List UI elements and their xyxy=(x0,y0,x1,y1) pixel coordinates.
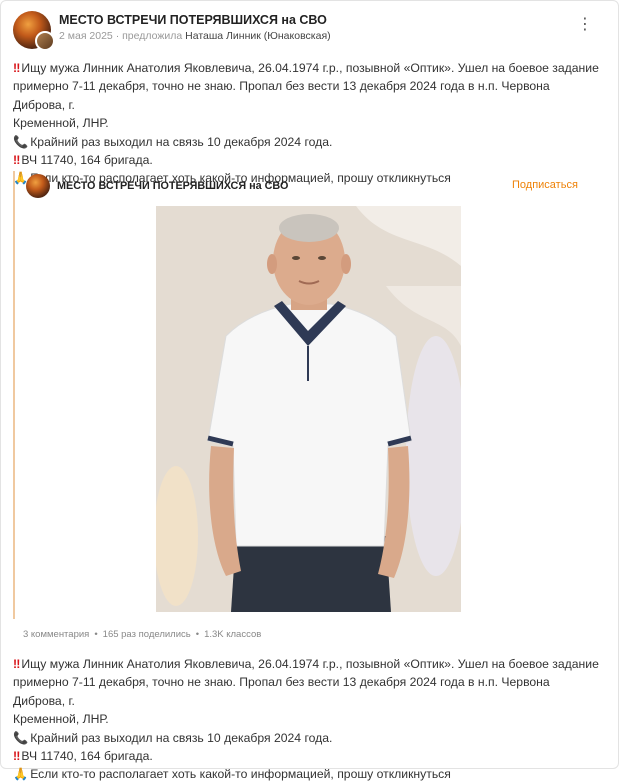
post-date: 2 мая 2025 xyxy=(59,30,113,42)
post-text-content: Кременной, ЛНР. xyxy=(13,712,109,727)
double-exclamation-icon: ‼ xyxy=(13,749,21,764)
post-text-line: 📞 Крайний раз выходил на связь 10 декабря… xyxy=(13,133,603,151)
post-photo[interactable] xyxy=(156,206,461,612)
repost-text: ‼ Ищу мужа Линник Анатолия Яковлевича, 26… xyxy=(13,655,603,784)
post-text-line: 📞 Крайний раз выходил на связь 10 декабря… xyxy=(13,729,603,747)
post-text-line: ‼ Ищу мужа Линник Анатолия Яковлевича, 26… xyxy=(13,655,603,673)
post-text-line: ‼ ВЧ 11740, 164 бригада. xyxy=(13,747,603,765)
double-exclamation-icon: ‼ xyxy=(13,61,21,75)
author-avatar-badge[interactable] xyxy=(35,31,55,51)
post-text-content: примерно 7-11 декабря, точно не знаю. Пр… xyxy=(13,79,554,112)
post-card: МЕСТО ВСТРЕЧИ ПОТЕРЯВШИХСЯ на СВО 2 мая … xyxy=(0,0,619,781)
suggested-label: предложила xyxy=(122,30,183,42)
stats-dot: • xyxy=(94,629,98,640)
post-text-content: примерно 7-11 декабря, точно не знаю. Пр… xyxy=(13,675,554,708)
double-exclamation-icon: ‼ xyxy=(13,153,21,168)
more-options-icon[interactable]: ⋮ xyxy=(577,17,593,35)
post-text-line: Кременной, ЛНР. xyxy=(13,710,603,728)
subscribe-button[interactable]: Подписаться xyxy=(512,179,578,191)
author-link[interactable]: Наташа Линник (Юнаковская) xyxy=(185,30,330,42)
double-exclamation-icon: ‼ xyxy=(13,657,21,671)
man-photo-illustration xyxy=(156,206,461,612)
post-text-content: ВЧ 11740, 164 бригада. xyxy=(21,749,153,764)
post-stats: 3 комментария • 165 раз поделились • 1.3K кл… xyxy=(23,629,261,640)
shares-count-link[interactable]: 165 раз поделились xyxy=(103,629,191,640)
post-text-content: ВЧ 11740, 164 бригада. xyxy=(21,153,153,168)
post-text-line: примерно 7-11 декабря, точно не знаю. Пр… xyxy=(13,673,603,710)
repost-group-name-link[interactable]: МЕСТО ВСТРЕЧИ ПОТЕРЯВШИХСЯ на СВО xyxy=(57,180,288,192)
post-text-line: ‼ Ищу мужа Линник Анатолия Яковлевича, 26… xyxy=(13,59,603,77)
post-text: ‼ Ищу мужа Линник Анатолия Яковлевича, 26… xyxy=(13,59,603,188)
classes-count-link[interactable]: 1.3K классов xyxy=(204,629,261,640)
stats-dot: • xyxy=(195,629,200,640)
repost-border xyxy=(13,171,15,619)
comments-count-link[interactable]: 3 комментария xyxy=(23,629,89,640)
post-text-content: Ищу мужа Линник Анатолия Яковлевича, 26.… xyxy=(21,657,599,671)
post-text-line: Кременной, ЛНР. xyxy=(13,114,603,132)
post-text-content: Кременной, ЛНР. xyxy=(13,116,109,131)
phone-icon: 📞 xyxy=(13,134,29,149)
post-text-line: ‼ ВЧ 11740, 164 бригада. xyxy=(13,151,603,169)
praying-hands-icon: 🙏 xyxy=(13,767,29,782)
post-text-content: Крайний раз выходил на связь 10 декабря … xyxy=(30,730,333,745)
post-text-content: Крайний раз выходил на связь 10 декабря … xyxy=(30,134,333,149)
post-text-content: Если кто-то располагает хоть какой-то ин… xyxy=(30,767,451,782)
post-text-content: Ищу мужа Линник Анатолия Яковлевича, 26.… xyxy=(21,61,599,75)
post-meta: 2 мая 2025 · предложила Наташа Линник (Ю… xyxy=(59,30,331,42)
post-text-line: 🙏 Если кто-то располагает хоть какой-то и… xyxy=(13,765,603,783)
post-text-line: примерно 7-11 декабря, точно не знаю. Пр… xyxy=(13,77,603,114)
repost-group-avatar[interactable] xyxy=(26,174,50,198)
group-name-link[interactable]: МЕСТО ВСТРЕЧИ ПОТЕРЯВШИХСЯ на СВО xyxy=(59,13,327,27)
phone-icon: 📞 xyxy=(13,730,29,745)
